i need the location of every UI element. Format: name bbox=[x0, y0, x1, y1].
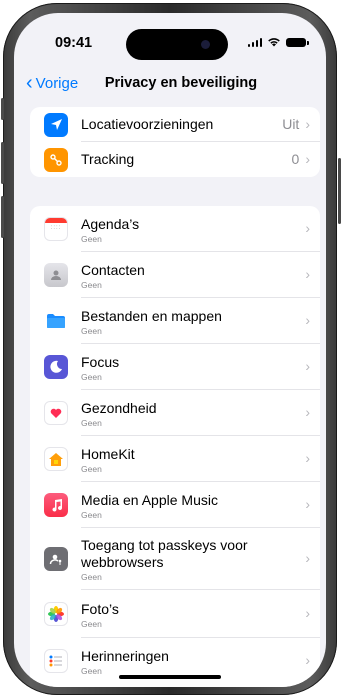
tracking-icon bbox=[44, 147, 68, 172]
row-passkeys-web-browsers[interactable]: Toegang tot passkeys voor webbrowsers Gee… bbox=[30, 528, 320, 590]
folder-icon bbox=[44, 309, 68, 333]
row-label: Gezondheid bbox=[81, 400, 157, 416]
row-homekit[interactable]: HomeKit Geen › bbox=[30, 436, 320, 482]
row-tracking[interactable]: Tracking 0 › bbox=[30, 142, 320, 177]
chevron-right-icon: › bbox=[305, 220, 310, 236]
camera-dot-icon bbox=[201, 40, 210, 49]
chevron-right-icon: › bbox=[305, 496, 310, 512]
row-label: Herinneringen bbox=[81, 648, 169, 664]
chevron-right-icon: › bbox=[305, 266, 310, 282]
row-status: Geen bbox=[81, 572, 102, 582]
status-time: 09:41 bbox=[55, 35, 93, 51]
photos-flower-icon bbox=[44, 602, 68, 626]
wifi-icon bbox=[268, 38, 280, 47]
chevron-right-icon: › bbox=[305, 404, 310, 420]
row-label: Locatievoorzieningen bbox=[81, 116, 214, 132]
row-status: Geen bbox=[81, 418, 102, 428]
row-label: Contacten bbox=[81, 262, 145, 278]
chevron-right-icon: › bbox=[305, 550, 310, 566]
contacts-icon bbox=[44, 263, 68, 287]
row-label: Agenda’s bbox=[81, 216, 140, 232]
screen: 09:41 ‹ Vorige Privacy en beveiliging Lo… bbox=[14, 13, 326, 687]
row-status: Geen bbox=[81, 234, 102, 244]
chevron-right-icon: › bbox=[305, 312, 310, 328]
row-label: Bestanden en mappen bbox=[81, 308, 222, 324]
row-location-services[interactable]: Locatievoorzieningen Uit › bbox=[30, 107, 320, 142]
side-button bbox=[338, 158, 341, 224]
dynamic-island bbox=[126, 29, 228, 60]
row-status: Geen bbox=[81, 464, 102, 474]
page-title: Privacy en beveiliging bbox=[104, 75, 258, 91]
heart-icon bbox=[44, 401, 68, 425]
row-label: Tracking bbox=[81, 151, 135, 167]
action-button bbox=[1, 98, 4, 120]
chevron-right-icon: › bbox=[305, 358, 310, 374]
row-label: Media en Apple Music bbox=[81, 492, 218, 508]
chevron-right-icon: › bbox=[305, 605, 310, 621]
volume-up-button bbox=[1, 142, 4, 184]
passkey-person-icon bbox=[44, 547, 68, 571]
row-label: Focus bbox=[81, 354, 120, 370]
row-label: HomeKit bbox=[81, 446, 135, 462]
status-icons bbox=[247, 37, 309, 47]
row-status: Geen bbox=[81, 326, 102, 336]
row-media-apple-music[interactable]: Media en Apple Music Geen › bbox=[30, 482, 320, 528]
battery-icon bbox=[286, 37, 309, 47]
row-health[interactable]: Gezondheid Geen › bbox=[30, 390, 320, 436]
row-status: Geen bbox=[81, 280, 102, 290]
row-photos[interactable]: Foto’s Geen › bbox=[30, 590, 320, 638]
row-label: Toegang tot passkeys voor webbrowsers bbox=[81, 537, 248, 570]
chevron-right-icon: › bbox=[305, 652, 310, 668]
location-arrow-icon bbox=[44, 112, 68, 137]
row-value: Uit bbox=[282, 116, 300, 132]
row-status: Geen bbox=[81, 372, 102, 382]
reminders-list-icon bbox=[44, 649, 68, 673]
status-bar: 09:41 bbox=[14, 13, 326, 65]
cellular-signal-icon bbox=[247, 37, 262, 47]
music-note-icon bbox=[44, 493, 68, 517]
apps-group: :::: Agenda’s Geen › Contacten Geen › Best… bbox=[30, 206, 320, 687]
row-focus[interactable]: Focus Geen › bbox=[30, 344, 320, 390]
chevron-right-icon: › bbox=[305, 450, 310, 466]
row-value: 0 bbox=[291, 151, 300, 167]
home-icon bbox=[44, 447, 68, 471]
row-calendars[interactable]: :::: Agenda’sGeen › bbox=[30, 206, 320, 252]
row-status: Geen bbox=[81, 619, 102, 629]
home-indicator[interactable] bbox=[119, 675, 221, 679]
chevron-right-icon: › bbox=[305, 116, 310, 132]
row-label: Foto’s bbox=[81, 601, 119, 617]
volume-down-button bbox=[1, 196, 4, 238]
calendar-icon: :::: bbox=[44, 217, 68, 241]
row-status: Geen bbox=[81, 510, 102, 520]
moon-icon bbox=[44, 355, 68, 379]
row-contacts[interactable]: Contacten Geen › bbox=[30, 252, 320, 298]
location-tracking-group: Locatievoorzieningen Uit › Tracking 0 › bbox=[30, 107, 320, 177]
navigation-bar: ‹ Vorige Privacy en beveiliging bbox=[14, 71, 326, 101]
chevron-right-icon: › bbox=[305, 151, 310, 167]
row-files[interactable]: Bestanden en mappen Geen › bbox=[30, 298, 320, 344]
